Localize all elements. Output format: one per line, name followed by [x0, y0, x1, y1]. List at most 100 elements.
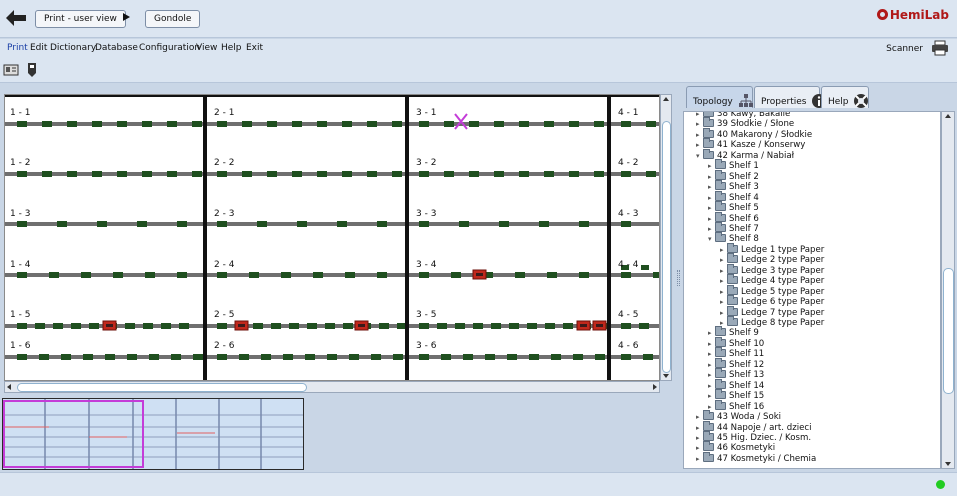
price-tag[interactable] [621, 323, 631, 329]
menu-view[interactable]: View [196, 43, 217, 53]
price-tag[interactable] [646, 121, 656, 127]
price-tag[interactable] [242, 121, 252, 127]
split-pane-handle[interactable] [677, 270, 680, 286]
price-tag[interactable] [89, 323, 99, 329]
back-arrow-icon[interactable] [4, 8, 28, 28]
price-tag[interactable] [145, 272, 155, 278]
collapsed-arrow-icon[interactable]: ▸ [708, 349, 715, 359]
price-tag[interactable] [217, 272, 227, 278]
price-tag[interactable] [419, 221, 429, 227]
collapsed-arrow-icon[interactable]: ▸ [708, 172, 715, 182]
tree-item[interactable]: ▸ 44 Napoje / art. dzieci [696, 420, 812, 434]
price-tag[interactable] [281, 272, 291, 278]
price-tag[interactable] [17, 272, 27, 278]
price-tag[interactable] [167, 121, 177, 127]
scroll-left-icon[interactable] [7, 384, 11, 390]
price-tag[interactable] [621, 121, 631, 127]
price-tag[interactable] [71, 323, 81, 329]
price-tag[interactable] [289, 323, 299, 329]
collapsed-arrow-icon[interactable]: ▸ [720, 308, 727, 318]
collapsed-arrow-icon[interactable]: ▸ [708, 224, 715, 234]
collapsed-arrow-icon[interactable]: ▸ [708, 214, 715, 224]
price-tag[interactable] [621, 272, 631, 278]
collapsed-arrow-icon[interactable]: ▸ [696, 130, 703, 140]
price-tag[interactable] [569, 121, 579, 127]
price-tag[interactable] [491, 323, 501, 329]
price-tag[interactable] [393, 354, 403, 360]
price-tag[interactable] [621, 221, 631, 227]
collapsed-arrow-icon[interactable]: ▸ [708, 370, 715, 380]
price-tag[interactable] [92, 121, 102, 127]
price-tag[interactable] [142, 171, 152, 177]
tree-scroll-up-icon[interactable] [945, 114, 951, 118]
scroll-right-icon[interactable] [653, 384, 657, 390]
price-tag[interactable] [367, 171, 377, 177]
collapsed-arrow-icon[interactable]: ▸ [720, 255, 727, 265]
price-tag[interactable] [217, 121, 227, 127]
collapsed-arrow-icon[interactable]: ▸ [696, 412, 703, 422]
price-tag[interactable] [253, 323, 263, 329]
price-tag[interactable] [349, 354, 359, 360]
collapsed-arrow-icon[interactable]: ▸ [720, 266, 727, 276]
price-tag[interactable] [392, 171, 402, 177]
price-tag[interactable] [67, 121, 77, 127]
tree-item[interactable]: ▸ 41 Kasze / Konserwy [696, 138, 805, 151]
price-tag[interactable] [217, 323, 227, 329]
price-tag[interactable] [621, 171, 631, 177]
price-tag[interactable] [17, 221, 27, 227]
price-tag[interactable] [171, 354, 181, 360]
price-tag[interactable] [509, 323, 519, 329]
price-tag[interactable] [61, 354, 71, 360]
price-tag[interactable] [529, 354, 539, 360]
price-tag[interactable] [325, 323, 335, 329]
price-tag[interactable] [444, 121, 454, 127]
price-tag[interactable] [239, 354, 249, 360]
price-tag[interactable] [177, 221, 187, 227]
price-tag[interactable] [419, 354, 429, 360]
tree-item[interactable]: ▾ 42 Karma / Nabiał [696, 148, 794, 162]
price-tag[interactable] [451, 272, 461, 278]
price-tag[interactable] [17, 121, 27, 127]
canvas-horizontal-scrollbar[interactable] [4, 381, 660, 393]
shelf-bar[interactable] [5, 172, 660, 176]
price-tag[interactable] [217, 171, 227, 177]
price-tag[interactable] [594, 171, 604, 177]
price-tag[interactable] [527, 323, 537, 329]
tree-item[interactable]: ▸ Ledge 7 type Paper [720, 305, 824, 319]
planogram-canvas[interactable]: 1 - 1 2 - 1 3 - 1 4 - 1 1 - 2 2 - 2 3 - 2 4 - 2… [4, 94, 660, 381]
price-tag[interactable] [507, 354, 517, 360]
price-tag[interactable] [267, 121, 277, 127]
price-tag[interactable] [305, 354, 315, 360]
tree-vertical-scroll-thumb[interactable] [943, 268, 954, 394]
price-tag[interactable] [569, 171, 579, 177]
price-tag[interactable] [485, 354, 495, 360]
price-tag[interactable] [57, 221, 67, 227]
price-tag[interactable] [519, 121, 529, 127]
price-tag[interactable] [419, 272, 429, 278]
collapsed-arrow-icon[interactable]: ▸ [720, 276, 727, 286]
price-tag[interactable] [42, 121, 52, 127]
price-tag[interactable] [579, 221, 589, 227]
collapsed-arrow-icon[interactable]: ▸ [708, 381, 715, 391]
price-tag[interactable] [192, 171, 202, 177]
price-tag[interactable] [249, 272, 259, 278]
price-tag[interactable] [469, 171, 479, 177]
price-tag[interactable] [653, 272, 660, 278]
print-user-view-button[interactable]: Print - user view [35, 10, 126, 28]
price-tag[interactable] [313, 272, 323, 278]
price-tag[interactable] [563, 323, 573, 329]
tree-item[interactable]: ▸ 40 Makarony / Słodkie [696, 127, 812, 141]
price-tag[interactable] [544, 121, 554, 127]
price-tag[interactable] [419, 121, 429, 127]
price-tag[interactable] [97, 221, 107, 227]
topology-tree[interactable]: ▸ 38 Kawy, Bakalie ▸ 39 Słodkie / Słone ▸ 40 … [683, 111, 941, 469]
collapsed-arrow-icon[interactable]: ▸ [708, 161, 715, 171]
price-tag[interactable] [494, 121, 504, 127]
price-tag[interactable] [515, 272, 525, 278]
price-tag[interactable] [39, 354, 49, 360]
collapsed-arrow-icon[interactable]: ▸ [708, 328, 715, 338]
price-tag[interactable] [371, 354, 381, 360]
price-tag[interactable] [137, 221, 147, 227]
price-tag[interactable] [643, 354, 653, 360]
price-tag[interactable] [641, 265, 649, 270]
